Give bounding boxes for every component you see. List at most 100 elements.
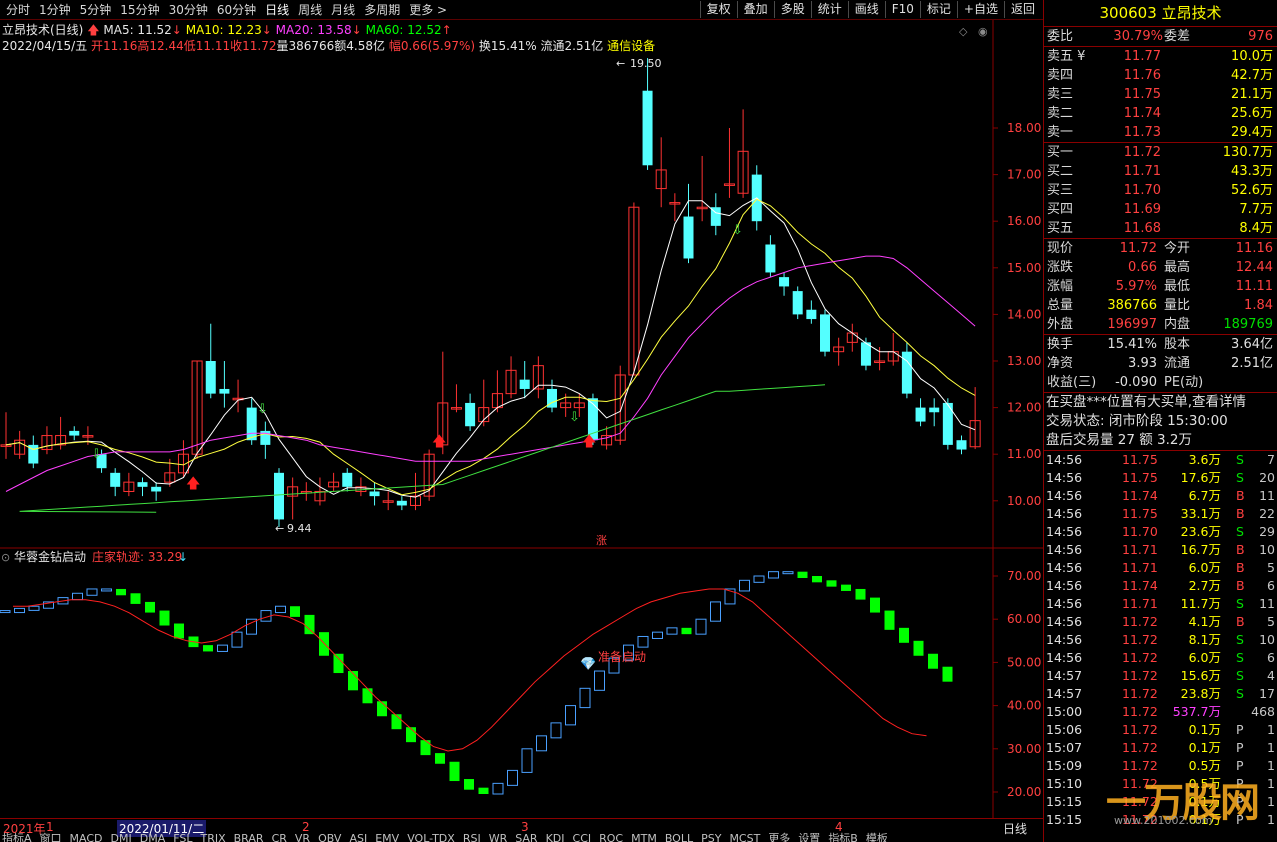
buy-level-row[interactable]: 买四 11.69 7.7万: [1044, 200, 1277, 219]
indicator-tab[interactable]: TRIX: [198, 832, 231, 842]
tick-time: 15:06: [1046, 722, 1083, 737]
indicator-tab[interactable]: CCI: [571, 832, 598, 842]
candle-body: [219, 388, 230, 394]
quote-row[interactable]: 涨幅 5.97% 最低 11.11: [1044, 277, 1277, 296]
candle-body: [369, 491, 380, 497]
tick-time: 14:57: [1046, 686, 1083, 701]
finance-row[interactable]: 净资 3.93 流通 2.51亿: [1044, 354, 1277, 373]
order-price: 11.77: [1123, 49, 1161, 64]
quote-row[interactable]: 外盘 196997 内盘 189769: [1044, 315, 1277, 334]
indicator-bar: [826, 580, 837, 587]
indicator-tab[interactable]: BOLL: [663, 832, 699, 842]
indicator-bar: [536, 735, 547, 752]
sell-level-row[interactable]: 卖三 11.75 21.1万: [1044, 85, 1277, 104]
indicator-tab[interactable]: 设置: [796, 832, 826, 842]
after-hours-volume: 盘后交易量 27 额 3.2万: [1046, 432, 1193, 448]
quote-row[interactable]: 总量 386766 量比 1.84: [1044, 296, 1277, 315]
sell-level-row[interactable]: 卖四 11.76 42.7万: [1044, 66, 1277, 85]
indicator-tab[interactable]: KDJ: [544, 832, 571, 842]
indicator-tab-bar: 指标A 窗口 MACD DMI DMA FSL TRIX BRAR CR VR OBV ASI EMV V…: [0, 832, 1043, 842]
order-price: 11.69: [1123, 202, 1161, 217]
quote-label: 内盘: [1164, 317, 1191, 332]
indicator-tab[interactable]: OBV: [316, 832, 347, 842]
tick-volume: 17.6万: [1180, 470, 1221, 485]
tick-count: 10: [1259, 632, 1275, 647]
indicator-bar: [362, 688, 373, 704]
tick-row: 14:56 11.74 6.7万 B 11: [1044, 487, 1277, 505]
indicator-tab[interactable]: MTM: [629, 832, 663, 842]
tick-side: S: [1236, 632, 1244, 647]
indicator-bar: [174, 623, 184, 639]
indicator-bar: [812, 576, 822, 583]
diamond-icon[interactable]: ◇: [959, 25, 968, 38]
sell-arrow-icon: ⇩: [91, 447, 102, 462]
buy-level-row[interactable]: 买三 11.70 52.6万: [1044, 181, 1277, 200]
quote-value: 196997: [1107, 317, 1157, 332]
tick-row: 14:56 11.71 6.0万 B 5: [1044, 559, 1277, 577]
indicator-tab[interactable]: WR: [487, 832, 514, 842]
finance-value: 3.93: [1128, 356, 1157, 371]
indicator-tab[interactable]: MACD: [68, 832, 109, 842]
indicator-tab[interactable]: ASI: [347, 832, 373, 842]
order-volume: 10.0万: [1231, 49, 1273, 64]
indicator-tab[interactable]: VR: [293, 832, 316, 842]
indicator-tab[interactable]: PSY: [699, 832, 727, 842]
tick-price: 11.72: [1122, 722, 1158, 737]
indicator-bar: [203, 645, 213, 652]
indicator-tab[interactable]: DMI: [109, 832, 138, 842]
indicator-tab[interactable]: 指标A: [0, 832, 38, 842]
tick-price: 11.71: [1122, 596, 1158, 611]
indicator-tab[interactable]: 窗口: [38, 832, 68, 842]
y-axis-label: 11.00: [1007, 447, 1041, 461]
y-axis-label: 40.00: [1007, 699, 1041, 713]
indicator-bar: [72, 592, 83, 601]
indicator-tab[interactable]: ROC: [597, 832, 629, 842]
kline-chart[interactable]: 💎 准备启动 19.50←9.44←涨🡅🡅 🡅⇩⇩⇩⇩ 18.0017.0016.0…: [0, 0, 1043, 842]
big-order-notice[interactable]: 在买盘***位置有大买单,查看详情: [1044, 393, 1277, 412]
tick-row: 15:06 11.72 0.1万 P 1: [1044, 721, 1277, 739]
indicator-toggle-icon[interactable]: ⊙: [1, 551, 10, 564]
finance-row[interactable]: 收益(三) -0.090 PE(动): [1044, 373, 1277, 392]
candle-body: [205, 361, 216, 394]
indicator-bar: [406, 727, 416, 743]
indicator-tab[interactable]: VOL-TDX: [405, 832, 461, 842]
tick-volume: 6.7万: [1188, 488, 1221, 503]
quote-row[interactable]: 涨跌 0.66 最高 12.44: [1044, 258, 1277, 277]
indicator-tab[interactable]: BRAR: [232, 832, 270, 842]
order-price: 11.73: [1123, 125, 1161, 140]
tick-price: 11.70: [1122, 524, 1158, 539]
indicator-tab[interactable]: RSI: [461, 832, 487, 842]
tick-time: 14:56: [1046, 506, 1083, 521]
buy-level-row[interactable]: 买一 11.72 130.7万: [1044, 143, 1277, 162]
indicator-tab[interactable]: EMV: [373, 832, 405, 842]
tick-volume: 537.7万: [1172, 704, 1221, 719]
candle-body: [792, 291, 803, 315]
dealer-track-line: [13, 588, 927, 752]
tick-time: 14:56: [1046, 542, 1083, 557]
sell-level-row[interactable]: 卖五 ¥ 11.77 10.0万: [1044, 47, 1277, 66]
settings-dot-icon[interactable]: ◉: [978, 25, 988, 38]
buy-level-row[interactable]: 买五 11.68 8.4万: [1044, 219, 1277, 238]
candle-body: [274, 472, 284, 520]
quote-row[interactable]: 现价 11.72 今开 11.16: [1044, 239, 1277, 258]
indicator-tab[interactable]: FSL: [171, 832, 198, 842]
indicator-tab[interactable]: 模板: [864, 832, 894, 842]
candle-body: [915, 407, 926, 422]
indicator-bar: [579, 687, 591, 709]
arrow-down-icon: ↓: [178, 550, 188, 564]
sell-level-row[interactable]: 卖二 11.74 25.6万: [1044, 104, 1277, 123]
tick-row: 14:56 11.75 3.6万 S 7: [1044, 451, 1277, 469]
indicator-tab[interactable]: 指标B: [826, 832, 864, 842]
indicator-tab[interactable]: SAR: [513, 832, 543, 842]
buy-level-row[interactable]: 买二 11.71 43.3万: [1044, 162, 1277, 181]
sell-level-row[interactable]: 卖一 11.73 29.4万: [1044, 123, 1277, 142]
indicator-tab[interactable]: CR: [270, 832, 293, 842]
indicator-name[interactable]: 华蓉金钻启动: [14, 549, 86, 564]
indicator-bar: [666, 627, 678, 635]
indicator-tab[interactable]: DMA: [138, 832, 172, 842]
order-price: 11.75: [1123, 87, 1161, 102]
finance-row[interactable]: 换手 15.41% 股本 3.64亿: [1044, 335, 1277, 354]
signal-label: 准备启动: [598, 650, 646, 664]
indicator-tab[interactable]: MCST: [727, 832, 766, 842]
indicator-tab[interactable]: 更多: [766, 832, 796, 842]
